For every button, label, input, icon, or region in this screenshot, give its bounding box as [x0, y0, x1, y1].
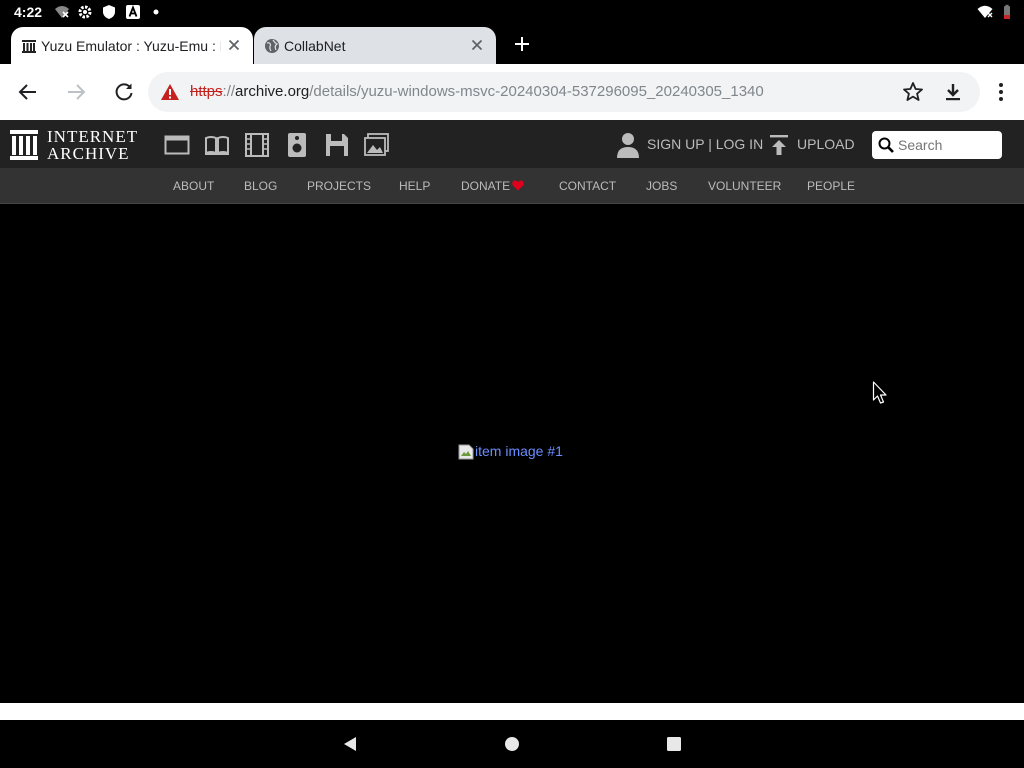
- gear-icon: [78, 5, 92, 19]
- reload-icon[interactable]: [112, 80, 136, 104]
- forward-icon[interactable]: [64, 80, 88, 104]
- logo-wordmark: INTERNET ARCHIVE: [47, 128, 138, 162]
- android-nav-bar: [0, 720, 1024, 768]
- close-tab-icon[interactable]: [468, 36, 486, 54]
- logo-line-1: INTERNET: [47, 127, 139, 146]
- upload-link[interactable]: UPLOAD: [797, 136, 855, 152]
- item-theater: item image #1: [0, 204, 1024, 703]
- dot-icon: [153, 9, 159, 15]
- url-host: archive.org: [235, 83, 310, 100]
- nav-back-icon[interactable]: [340, 734, 360, 754]
- nav-donate[interactable]: DONATE: [461, 179, 510, 193]
- audio-icon[interactable]: [284, 132, 310, 158]
- video-icon[interactable]: [244, 132, 270, 158]
- browser-toolbar: https://archive.org/details/yuzu-windows…: [0, 64, 1024, 120]
- tab-strip: Yuzu Emulator : Yuzu-Emu : F CollabNet: [0, 24, 1024, 64]
- wifi-icon: [977, 5, 993, 18]
- url-text[interactable]: https://archive.org/details/yuzu-windows…: [190, 83, 764, 100]
- url-separator: ://: [222, 83, 236, 100]
- back-icon[interactable]: [16, 80, 40, 104]
- ia-top-header: INTERNET ARCHIVE SIGN UP | LOG IN UPLOAD: [0, 120, 1024, 168]
- nav-about[interactable]: ABOUT: [173, 179, 214, 193]
- upload-icon[interactable]: [769, 134, 789, 156]
- logo-line-2: ARCHIVE: [47, 144, 130, 163]
- a-icon: [126, 5, 140, 19]
- tab-yuzu-emulator[interactable]: Yuzu Emulator : Yuzu-Emu : F: [11, 27, 253, 64]
- nav-people[interactable]: PEOPLE: [807, 179, 855, 193]
- ia-nav-bar: ABOUT BLOG PROJECTS HELP DONATE CONTACT …: [0, 168, 1024, 204]
- images-icon[interactable]: [364, 132, 390, 158]
- texts-icon[interactable]: [204, 132, 230, 158]
- page-bottom-strip: [0, 703, 1024, 720]
- more-menu-icon[interactable]: [989, 80, 1013, 104]
- url-scheme: https: [190, 83, 223, 100]
- signup-login-link[interactable]: SIGN UP | LOG IN: [647, 136, 763, 152]
- heart-icon[interactable]: [512, 180, 524, 191]
- tab-title: Yuzu Emulator : Yuzu-Emu : F: [41, 38, 221, 54]
- tab-title: CollabNet: [284, 38, 346, 54]
- ia-search-box[interactable]: [872, 131, 1002, 159]
- signal-off-icon: [55, 6, 69, 18]
- item-image-link[interactable]: item image #1: [458, 443, 563, 460]
- shield-icon: [103, 5, 115, 19]
- nav-home-icon[interactable]: [502, 734, 522, 754]
- not-secure-warning-icon[interactable]: [160, 83, 180, 101]
- nav-blog[interactable]: BLOG: [244, 179, 277, 193]
- mouse-cursor-icon: [872, 381, 887, 404]
- address-bar[interactable]: https://archive.org/details/yuzu-windows…: [148, 72, 980, 112]
- nav-contact[interactable]: CONTACT: [559, 179, 616, 193]
- broken-image-icon: [458, 444, 474, 460]
- nav-help[interactable]: HELP: [399, 179, 430, 193]
- new-tab-icon[interactable]: [510, 32, 534, 56]
- globe-icon: [265, 39, 279, 53]
- status-bar: 4:22: [0, 0, 1024, 24]
- search-input[interactable]: [898, 133, 994, 157]
- nav-volunteer[interactable]: VOLUNTEER: [708, 179, 781, 193]
- tab-collabnet[interactable]: CollabNet: [254, 27, 496, 64]
- close-tab-icon[interactable]: [225, 36, 243, 54]
- status-time: 4:22: [14, 4, 43, 20]
- software-icon[interactable]: [324, 132, 350, 158]
- internet-archive-logo[interactable]: INTERNET ARCHIVE: [10, 128, 150, 162]
- download-icon[interactable]: [941, 80, 965, 104]
- archive-building-icon: [10, 130, 38, 160]
- nav-projects[interactable]: PROJECTS: [307, 179, 371, 193]
- web-icon[interactable]: [164, 132, 190, 158]
- bookmark-star-icon[interactable]: [901, 80, 925, 104]
- battery-icon: [1004, 4, 1010, 19]
- url-path: /details/yuzu-windows-msvc-20240304-5372…: [309, 83, 764, 100]
- internet-archive-icon: [22, 40, 36, 53]
- nav-jobs[interactable]: JOBS: [646, 179, 677, 193]
- item-image-alt: item image #1: [475, 443, 563, 459]
- nav-recents-icon[interactable]: [664, 734, 684, 754]
- user-icon[interactable]: [617, 132, 639, 158]
- search-icon[interactable]: [878, 137, 894, 153]
